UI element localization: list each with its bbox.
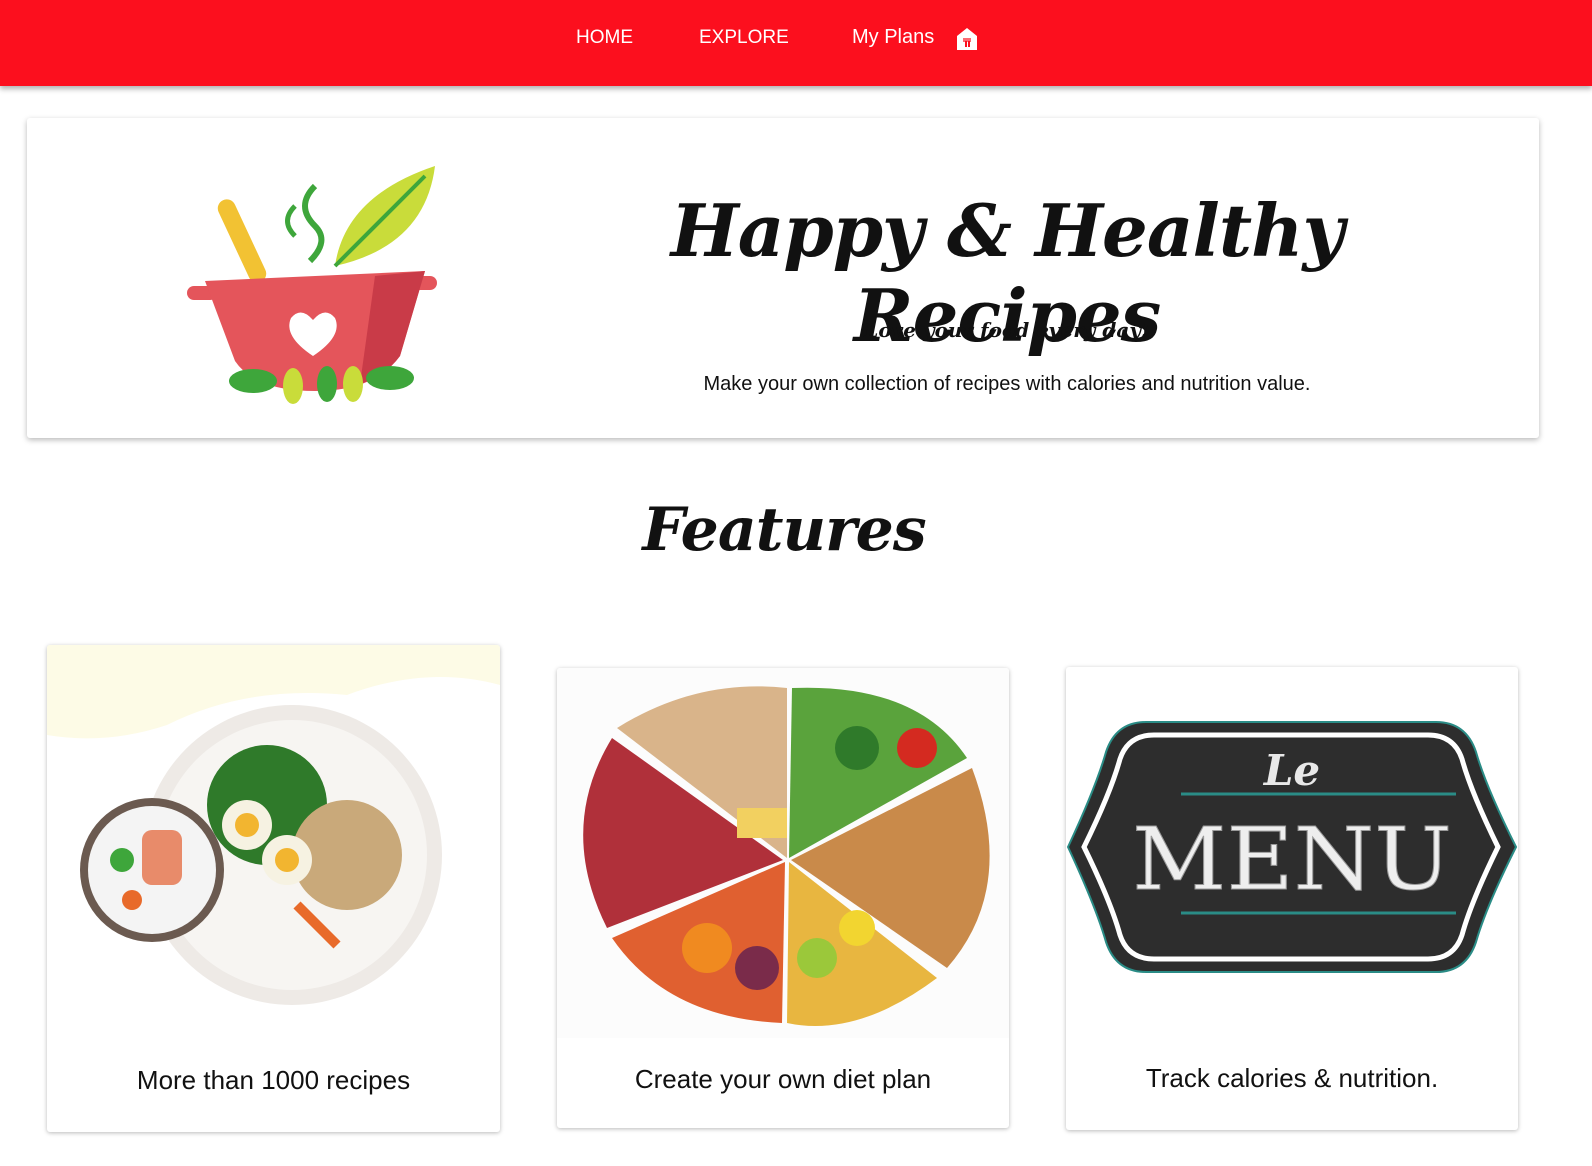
home-icon[interactable] <box>956 27 978 51</box>
feature-caption: More than 1000 recipes <box>136 1065 411 1095</box>
nav-explore[interactable]: EXPLORE <box>699 27 789 49</box>
cooking-pot-logo <box>187 166 437 404</box>
le-menu-chalkboard-image: Le MENU <box>1066 721 1518 973</box>
feature-caption: Track calories & nutrition. <box>1145 1063 1439 1093</box>
nav-home[interactable]: HOME <box>576 27 633 49</box>
tagline: Love your food every day! <box>864 318 1150 342</box>
hero-card: Happy & Healthy Recipes Love your food e… <box>27 118 1539 438</box>
food-groups-image <box>557 668 1009 1038</box>
feature-caption: Create your own diet plan <box>634 1064 932 1094</box>
nav-my-plans[interactable]: My Plans <box>852 26 934 49</box>
feature-card-diet-plan[interactable]: Create your own diet plan <box>557 668 1009 1128</box>
healthy-bowl-image <box>47 645 500 1005</box>
feature-card-track-calories[interactable]: Le MENU Track calories & nutrition. <box>1066 667 1518 1130</box>
svg-text:Le: Le <box>1263 746 1320 795</box>
svg-text:MENU: MENU <box>1132 810 1452 910</box>
feature-card-recipes[interactable]: More than 1000 recipes <box>47 645 500 1132</box>
features-heading: Features <box>642 495 926 565</box>
site-description: Make your own collection of recipes with… <box>703 373 1311 395</box>
top-nav: HOME EXPLORE My Plans <box>0 0 1592 86</box>
